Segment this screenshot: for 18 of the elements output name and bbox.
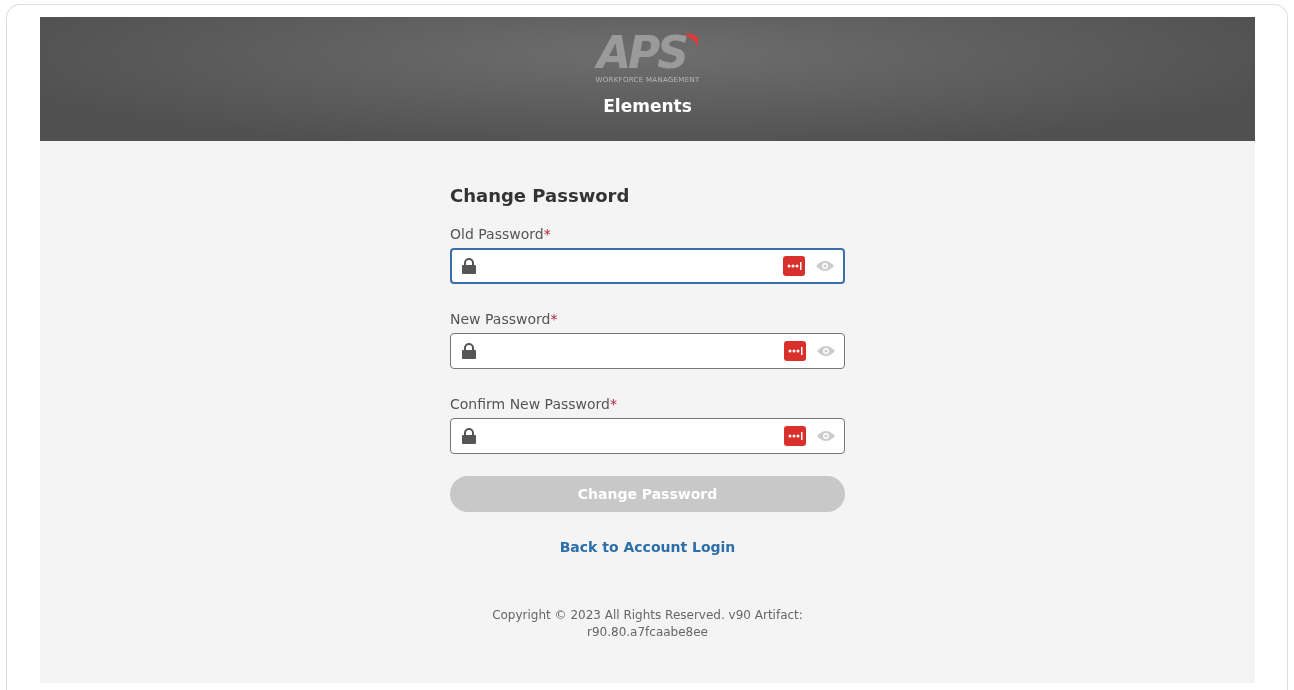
- form-title: Change Password: [450, 185, 631, 206]
- field-label: New Password*: [450, 311, 559, 327]
- password-field[interactable]: [450, 248, 845, 284]
- password-field[interactable]: [450, 418, 845, 454]
- swoosh-icon: [686, 33, 698, 47]
- password-manager-icon[interactable]: [784, 341, 806, 361]
- password-manager-icon[interactable]: [784, 426, 806, 446]
- field-label: Confirm New Password*: [450, 396, 618, 412]
- password-manager-icon[interactable]: [783, 256, 805, 276]
- app-title: Elements: [603, 96, 692, 116]
- lock-icon: [462, 258, 476, 274]
- copyright-text: r90.80.a7fcaabe8ee: [586, 624, 709, 641]
- password-field[interactable]: [450, 333, 845, 369]
- lock-icon: [462, 428, 476, 444]
- copyright-text: Copyright © 2023 All Rights Reserved. v90 Artifact:: [491, 607, 804, 624]
- back-to-login-link[interactable]: Back to Account Login: [559, 539, 736, 555]
- field-label: Old Password*: [450, 226, 552, 242]
- lock-icon: [462, 343, 476, 359]
